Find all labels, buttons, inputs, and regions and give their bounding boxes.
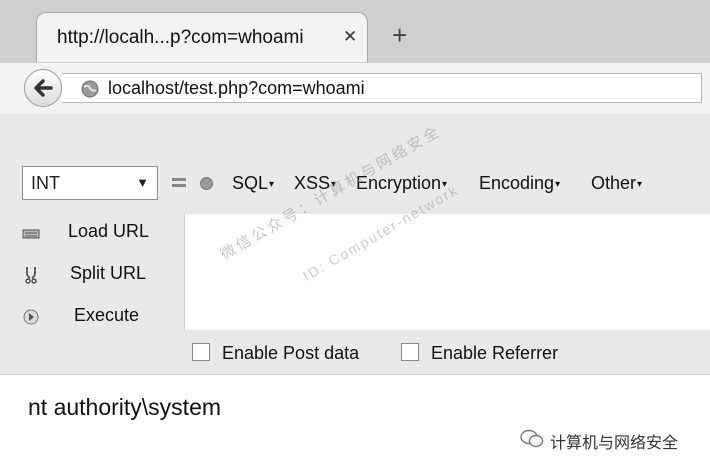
tab-title: http://localh...p?com=whoami <box>57 27 304 48</box>
menu-other[interactable]: Other▾ <box>591 173 642 194</box>
menu-encryption[interactable]: Encryption▾ <box>356 173 447 194</box>
menu-caret-icon: ▾ <box>442 178 448 190</box>
dropdown-arrow-icon: ▼ <box>136 175 149 190</box>
browser-tab[interactable]: http://localh...p?com=whoami ✕ <box>36 12 368 63</box>
back-button[interactable] <box>24 69 62 107</box>
menu-encoding-label: Encoding <box>479 173 555 193</box>
options-bar: Enable Post data Enable Referrer <box>0 330 710 375</box>
enable-referrer-label[interactable]: Enable Referrer <box>431 343 558 364</box>
menu-caret-icon: ▾ <box>331 178 337 190</box>
enable-post-data-checkbox[interactable] <box>192 343 210 361</box>
enable-post-data-label[interactable]: Enable Post data <box>222 343 359 364</box>
menu-other-label: Other <box>591 173 637 193</box>
menu-xss[interactable]: XSS▾ <box>294 173 336 194</box>
circle-icon[interactable] <box>200 177 213 190</box>
close-tab-icon[interactable]: ✕ <box>343 27 357 47</box>
hackbar-actions-panel: Load URL Split URL Execute <box>0 214 184 330</box>
globe-icon <box>81 80 99 98</box>
type-select[interactable]: INT ▼ <box>22 166 158 200</box>
new-tab-button[interactable]: + <box>392 22 407 48</box>
wechat-icon <box>520 429 544 448</box>
split-url-button[interactable]: Split URL <box>0 260 184 290</box>
menu-caret-icon: ▾ <box>555 178 561 190</box>
type-select-value: INT <box>31 173 60 193</box>
load-url-label: Load URL <box>68 221 150 241</box>
tab-strip: http://localh...p?com=whoami ✕ + <box>0 0 710 63</box>
url-textarea[interactable] <box>184 214 710 330</box>
split-url-label: Split URL <box>70 263 147 283</box>
equals-icon[interactable] <box>172 178 186 188</box>
execute-icon <box>23 309 39 325</box>
execute-button[interactable]: Execute <box>0 302 184 332</box>
navigation-bar: localhost/test.php?com=whoami <box>0 62 710 115</box>
menu-caret-icon: ▾ <box>637 178 643 190</box>
menu-encryption-label: Encryption <box>356 173 442 193</box>
split-url-icon <box>25 267 37 284</box>
load-url-icon <box>22 229 40 239</box>
command-output: nt authority\system <box>28 394 222 420</box>
wechat-label: 计算机与网络安全 <box>550 435 679 452</box>
back-arrow-icon <box>34 79 53 97</box>
menu-sql-label: SQL <box>232 173 269 193</box>
enable-referrer-checkbox[interactable] <box>401 343 419 361</box>
load-url-button[interactable]: Load URL <box>0 218 184 248</box>
address-bar[interactable]: localhost/test.php?com=whoami <box>62 73 702 103</box>
menu-sql[interactable]: SQL▾ <box>232 173 274 194</box>
address-text[interactable]: localhost/test.php?com=whoami <box>108 78 365 99</box>
hackbar-toolbar: INT ▼ SQL▾ XSS▾ Encryption▾ Encoding▾ Ot… <box>0 114 710 214</box>
menu-encoding[interactable]: Encoding▾ <box>479 173 560 194</box>
menu-caret-icon: ▾ <box>269 178 275 190</box>
execute-label: Execute <box>74 305 140 325</box>
menu-xss-label: XSS <box>294 173 331 193</box>
